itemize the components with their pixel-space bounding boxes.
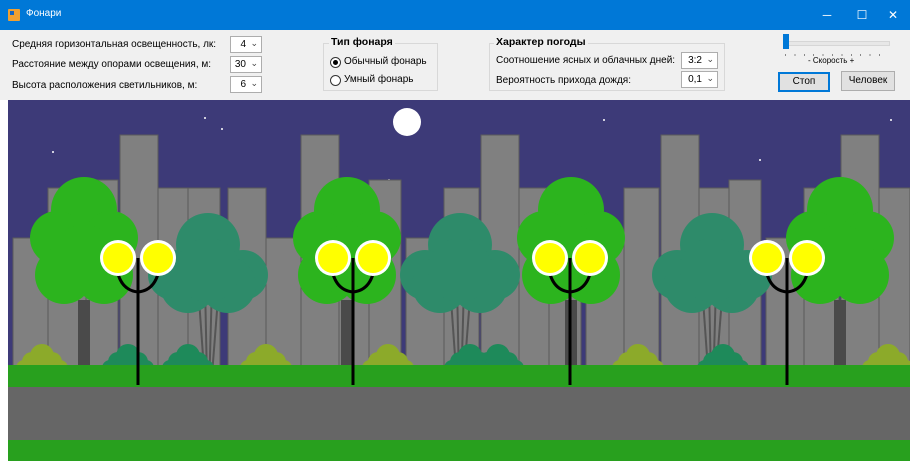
- regular-lamp-radio[interactable]: [330, 57, 341, 68]
- speed-slider-thumb[interactable]: [783, 34, 789, 49]
- close-button[interactable]: ✕: [876, 0, 910, 30]
- speed-slider-track[interactable]: [785, 41, 890, 46]
- lamp-light: [103, 243, 133, 273]
- smart-lamp-radio[interactable]: [330, 75, 341, 86]
- lamp-app-icon: [8, 9, 20, 21]
- illuminance-value: 4: [240, 39, 246, 50]
- street-scene-canvas: [8, 100, 910, 461]
- height-value: 6: [240, 79, 246, 90]
- lamp-light: [318, 243, 348, 273]
- ratio-label: Соотношение ясных и облачных дней:: [496, 55, 676, 66]
- lamp-light: [143, 243, 173, 273]
- settings-panel: Средняя горизонтальная освещенность, лк:…: [0, 30, 910, 100]
- ratio-value: 3:2: [688, 55, 702, 66]
- bush-crown: [680, 238, 744, 302]
- lamp-light: [535, 243, 565, 273]
- smart-lamp-label[interactable]: Умный фонарь: [344, 74, 414, 85]
- star: [603, 119, 605, 121]
- star: [52, 151, 54, 153]
- lamp-light: [358, 243, 388, 273]
- height-label: Высота расположения светильников, м:: [12, 80, 198, 91]
- star: [890, 119, 892, 121]
- small-bush: [376, 344, 400, 368]
- grass-strip: [8, 365, 910, 387]
- small-bush: [876, 344, 900, 368]
- rain-select[interactable]: 0,1 ⌄: [681, 71, 718, 88]
- stop-button[interactable]: Стоп: [778, 72, 830, 92]
- chevron-down-icon: ⌄: [250, 78, 258, 88]
- spacing-select[interactable]: 30 ⌄: [230, 56, 262, 73]
- tree-trunk: [834, 300, 846, 370]
- regular-lamp-label[interactable]: Обычный фонарь: [344, 56, 427, 67]
- rain-value: 0,1: [688, 74, 702, 85]
- lamp-light: [575, 243, 605, 273]
- star: [204, 117, 206, 119]
- bottom-grass: [8, 440, 910, 461]
- title-bar: Фонари ─ ☐ ✕: [0, 0, 910, 30]
- bush-crown: [176, 238, 240, 302]
- star: [759, 159, 761, 161]
- small-bush: [254, 344, 278, 368]
- lamp-type-title: Тип фонаря: [329, 36, 395, 48]
- tree-trunk: [341, 300, 353, 370]
- spacing-value: 30: [234, 59, 246, 70]
- rain-label: Вероятность прихода дождя:: [496, 75, 631, 86]
- small-bush: [176, 344, 200, 368]
- weather-title: Характер погоды: [494, 36, 588, 48]
- small-bush: [626, 344, 650, 368]
- speed-label: - Скорость +: [808, 56, 855, 65]
- small-bush: [30, 344, 54, 368]
- small-bush: [486, 344, 510, 368]
- lamp-light: [792, 243, 822, 273]
- height-select[interactable]: 6 ⌄: [230, 76, 262, 93]
- maximize-button[interactable]: ☐: [845, 0, 879, 30]
- chevron-down-icon: ⌄: [706, 54, 714, 64]
- window-title: Фонари: [26, 8, 62, 19]
- star: [221, 128, 223, 130]
- tree-trunk: [78, 300, 90, 370]
- illuminance-select[interactable]: 4 ⌄: [230, 36, 262, 53]
- road: [8, 387, 910, 440]
- person-button[interactable]: Человек: [841, 71, 895, 91]
- lamp-light: [752, 243, 782, 273]
- small-bush: [116, 344, 140, 368]
- chevron-down-icon: ⌄: [706, 73, 714, 83]
- small-bush: [711, 344, 735, 368]
- chevron-down-icon: ⌄: [250, 58, 258, 68]
- spacing-label: Расстояние между опорами освещения, м:: [12, 59, 212, 70]
- minimize-button[interactable]: ─: [810, 0, 844, 30]
- moon: [393, 108, 421, 136]
- bush-crown: [428, 238, 492, 302]
- chevron-down-icon: ⌄: [250, 38, 258, 48]
- ratio-select[interactable]: 3:2 ⌄: [681, 52, 718, 69]
- illuminance-label: Средняя горизонтальная освещенность, лк:: [12, 39, 217, 50]
